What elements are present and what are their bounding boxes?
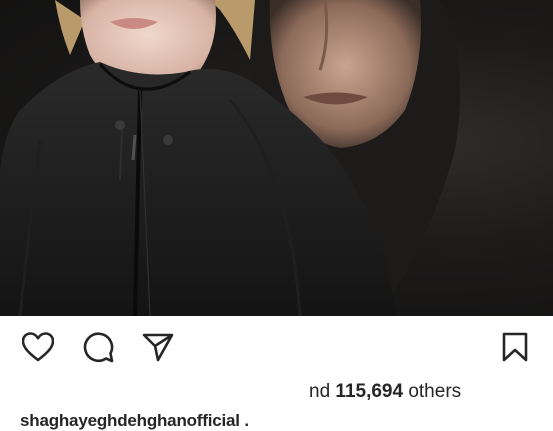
paper-plane-icon[interactable] [140, 330, 176, 364]
likes-suffix: others [403, 381, 462, 402]
post-photo-illustration [0, 0, 460, 316]
likes-summary[interactable]: nd 115,694 others [309, 381, 461, 403]
post-action-bar [0, 316, 553, 378]
heart-icon[interactable] [20, 330, 56, 364]
comment-icon[interactable] [80, 330, 116, 364]
bookmark-icon[interactable] [500, 330, 530, 364]
likes-prefix: nd [309, 381, 336, 402]
caption-username[interactable]: shaghayeghdehghanofficial [20, 411, 240, 430]
post-caption: shaghayeghdehghanofficial . [20, 411, 249, 431]
post-image[interactable] [0, 0, 553, 316]
caption-text: . [239, 411, 249, 430]
likes-count[interactable]: 115,694 [335, 381, 403, 402]
